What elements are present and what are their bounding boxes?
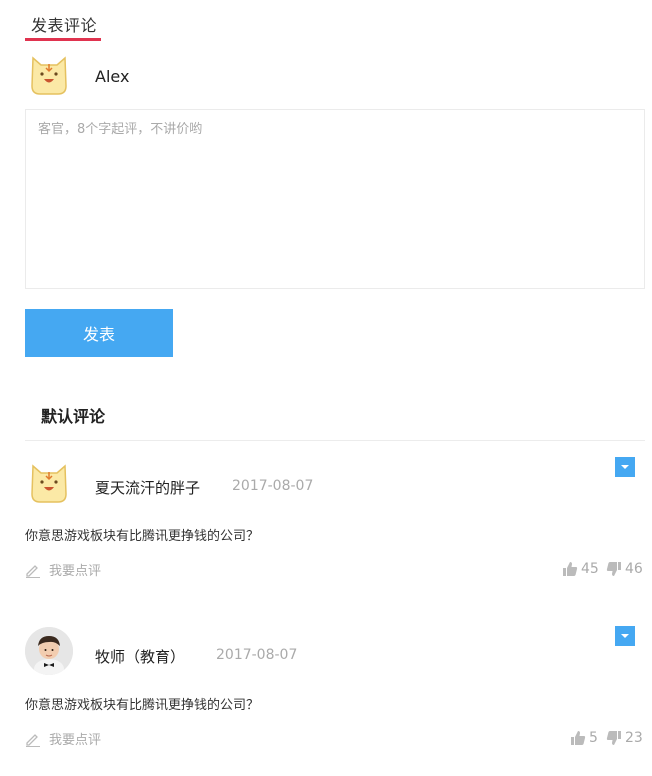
comments-section-title: 默认评论 — [41, 407, 106, 426]
like-count: 5 — [589, 730, 598, 746]
comment-options-dropdown[interactable] — [615, 457, 635, 477]
comment-date: 2017-08-07 — [216, 647, 298, 663]
reply-label: 我要点评 — [49, 564, 102, 579]
comment-text: 你意思游戏板块有比腾讯更挣钱的公司？ — [25, 698, 260, 713]
dislike-button[interactable]: 23 — [606, 730, 643, 746]
pencil-icon — [26, 733, 40, 747]
comment-avatar[interactable] — [25, 627, 73, 675]
comment-input[interactable] — [25, 109, 645, 289]
section-divider — [25, 440, 645, 441]
current-user-name: Alex — [95, 67, 130, 86]
pencil-icon — [26, 564, 40, 578]
current-user-avatar — [25, 50, 73, 98]
child-photo-avatar-icon — [25, 627, 73, 675]
dislike-count: 46 — [625, 561, 643, 577]
thumbs-up-icon — [571, 731, 586, 745]
comment-author[interactable]: 夏天流汗的胖子 — [95, 477, 200, 498]
tab-post-comment[interactable]: 发表评论 — [31, 12, 97, 36]
comment-avatar[interactable] — [25, 458, 73, 506]
comment-author[interactable]: 牧师（教育） — [95, 646, 185, 667]
thumbs-down-icon — [606, 562, 621, 576]
chevron-down-icon — [621, 634, 629, 638]
dislike-button[interactable]: 46 — [606, 561, 643, 577]
thumbs-down-icon — [606, 731, 621, 745]
cat-avatar-icon — [31, 56, 67, 95]
reply-button[interactable]: 我要点评 — [25, 560, 101, 579]
comment-date: 2017-08-07 — [232, 478, 314, 494]
chevron-down-icon — [621, 465, 629, 469]
reply-label: 我要点评 — [49, 733, 102, 748]
comment-text: 你意思游戏板块有比腾讯更挣钱的公司？ — [25, 529, 260, 544]
tab-active-indicator — [25, 38, 101, 41]
like-button[interactable]: 5 — [570, 730, 598, 746]
dislike-count: 23 — [625, 730, 643, 746]
comment-options-dropdown[interactable] — [615, 626, 635, 646]
like-button[interactable]: 45 — [562, 561, 599, 577]
reply-button[interactable]: 我要点评 — [25, 729, 101, 748]
like-count: 45 — [581, 561, 599, 577]
thumbs-up-icon — [563, 562, 578, 576]
cat-avatar-icon — [31, 464, 67, 503]
submit-comment-button[interactable]: 发表 — [25, 309, 173, 357]
